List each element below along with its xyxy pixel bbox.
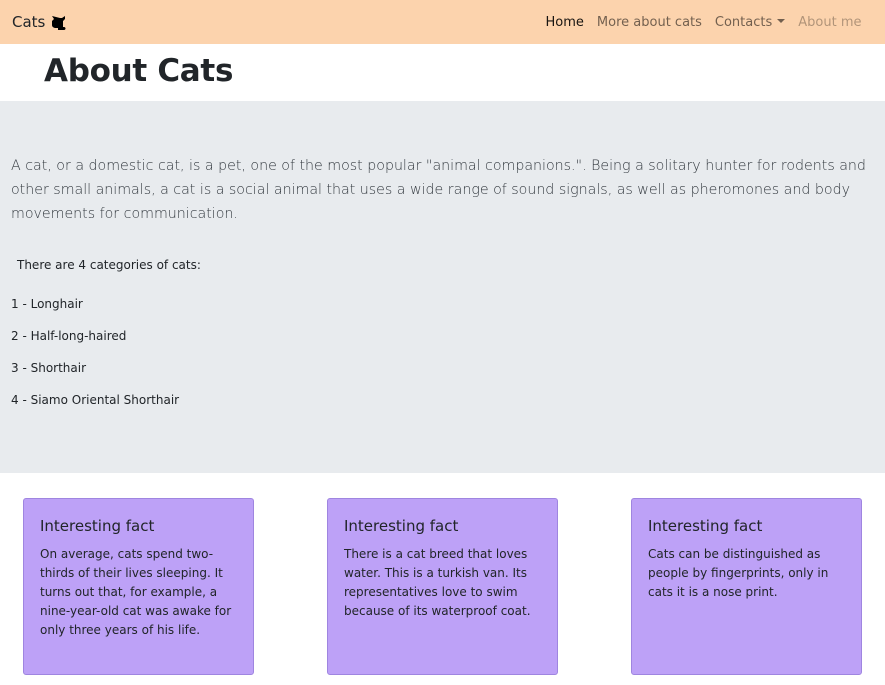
category-item: 4 - Siamo Oriental Shorthair: [11, 393, 180, 407]
categories-intro: There are 4 categories of cats:: [17, 258, 201, 272]
fact-card: Interesting fact On average, cats spend …: [23, 498, 254, 675]
brand-text: Cats: [12, 13, 46, 31]
card-text: There is a cat breed that loves water. T…: [344, 547, 531, 618]
navbar: Cats Home More about cats Contacts About…: [0, 0, 885, 44]
jumbotron: A cat, or a domestic cat, is a pet, one …: [0, 101, 885, 473]
card-title: Interesting fact: [648, 517, 763, 535]
category-item: 1 - Longhair: [11, 297, 83, 311]
card-title: Interesting fact: [344, 517, 459, 535]
fact-card: Interesting fact Cats can be distinguish…: [631, 498, 862, 675]
nav-more-about-cats[interactable]: More about cats: [590, 15, 708, 30]
lead-paragraph: A cat, or a domestic cat, is a pet, one …: [11, 158, 866, 222]
categories-list: 1 - Longhair 2 - Half-long-haired 3 - Sh…: [11, 296, 179, 424]
page-title: About Cats: [44, 53, 234, 89]
fact-card: Interesting fact There is a cat breed th…: [327, 498, 558, 675]
card-text: Cats can be distinguished as people by f…: [648, 547, 829, 599]
category-item: 3 - Shorthair: [11, 361, 87, 375]
caret-down-icon: [777, 18, 786, 23]
category-item: 2 - Half-long-haired: [11, 329, 127, 343]
card-title: Interesting fact: [40, 517, 155, 535]
card-text: On average, cats spend two-thirds of the…: [40, 547, 232, 637]
nav-contacts-label: Contacts: [714, 14, 773, 30]
nav-about-me: About me: [798, 14, 862, 30]
nav-contacts-dropdown[interactable]: Contacts: [708, 15, 791, 30]
nav-links: Home More about cats Contacts About me: [539, 15, 868, 30]
cat-icon: [52, 15, 66, 30]
nav-home[interactable]: Home: [539, 15, 590, 30]
brand-link[interactable]: Cats: [12, 13, 67, 31]
